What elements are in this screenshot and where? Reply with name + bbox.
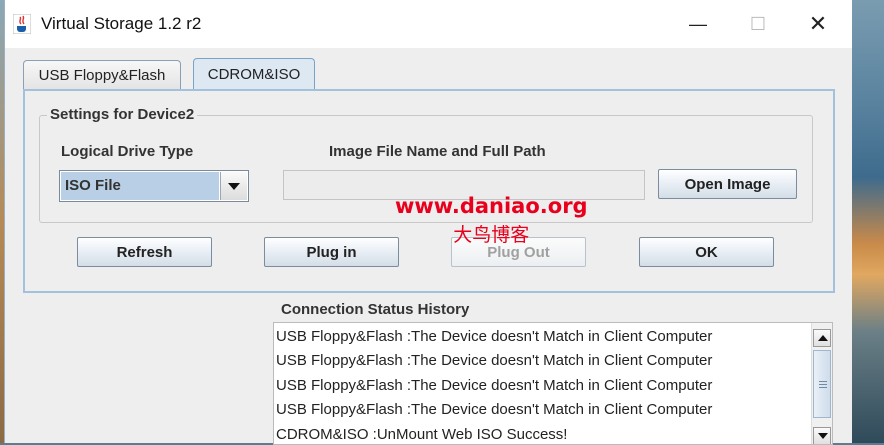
list-item: USB Floppy&Flash :The Device doesn't Mat… <box>276 401 713 419</box>
history-list: USB Floppy&Flash :The Device doesn't Mat… <box>276 325 806 444</box>
list-item: CDROM&ISO :UnMount Web ISO Success! <box>276 425 568 443</box>
desktop-background-right <box>852 0 884 443</box>
refresh-button[interactable]: Refresh <box>77 237 212 267</box>
arrow-down-icon[interactable] <box>813 427 831 444</box>
maximize-button[interactable]: ☐ <box>735 8 781 40</box>
list-item: USB Floppy&Flash :The Device doesn't Mat… <box>276 376 713 394</box>
settings-group-title: Settings for Device2 <box>47 106 198 123</box>
tab-usb-floppy-flash[interactable]: USB Floppy&Flash <box>23 60 181 91</box>
scrollbar-thumb[interactable] <box>813 350 831 418</box>
history-title: Connection Status History <box>281 301 470 318</box>
tab-cdrom-iso[interactable]: CDROM&ISO <box>193 58 315 91</box>
java-cup-icon <box>13 14 31 34</box>
title-bar: Virtual Storage 1.2 r2 — ☐ ✕ <box>5 0 853 48</box>
plug-in-button[interactable]: Plug in <box>264 237 399 267</box>
window-title: Virtual Storage 1.2 r2 <box>41 14 202 33</box>
app-window: Virtual Storage 1.2 r2 — ☐ ✕ USB Floppy&… <box>4 0 854 445</box>
watermark: www.daniao.org 大鸟博客 <box>395 194 588 247</box>
open-image-button[interactable]: Open Image <box>658 169 797 199</box>
drive-type-label: Logical Drive Type <box>61 143 194 160</box>
watermark-url: www.daniao.org <box>395 194 588 218</box>
grip-icon <box>819 381 827 382</box>
image-path-label: Image File Name and Full Path <box>329 143 546 160</box>
drive-type-value[interactable]: ISO File <box>61 172 219 200</box>
watermark-name: 大鸟博客 <box>453 224 530 246</box>
list-item: USB Floppy&Flash :The Device doesn't Mat… <box>276 328 713 345</box>
ok-button[interactable]: OK <box>639 237 774 267</box>
history-scrollbar[interactable] <box>811 323 832 444</box>
drive-type-select[interactable]: ISO File <box>59 170 249 202</box>
chevron-down-icon[interactable] <box>220 172 247 200</box>
history-list-box[interactable]: USB Floppy&Flash :The Device doesn't Mat… <box>273 322 833 445</box>
arrow-up-icon[interactable] <box>813 329 831 347</box>
list-item: USB Floppy&Flash :The Device doesn't Mat… <box>276 352 713 370</box>
minimize-button[interactable]: — <box>675 8 721 40</box>
close-button[interactable]: ✕ <box>795 8 841 40</box>
